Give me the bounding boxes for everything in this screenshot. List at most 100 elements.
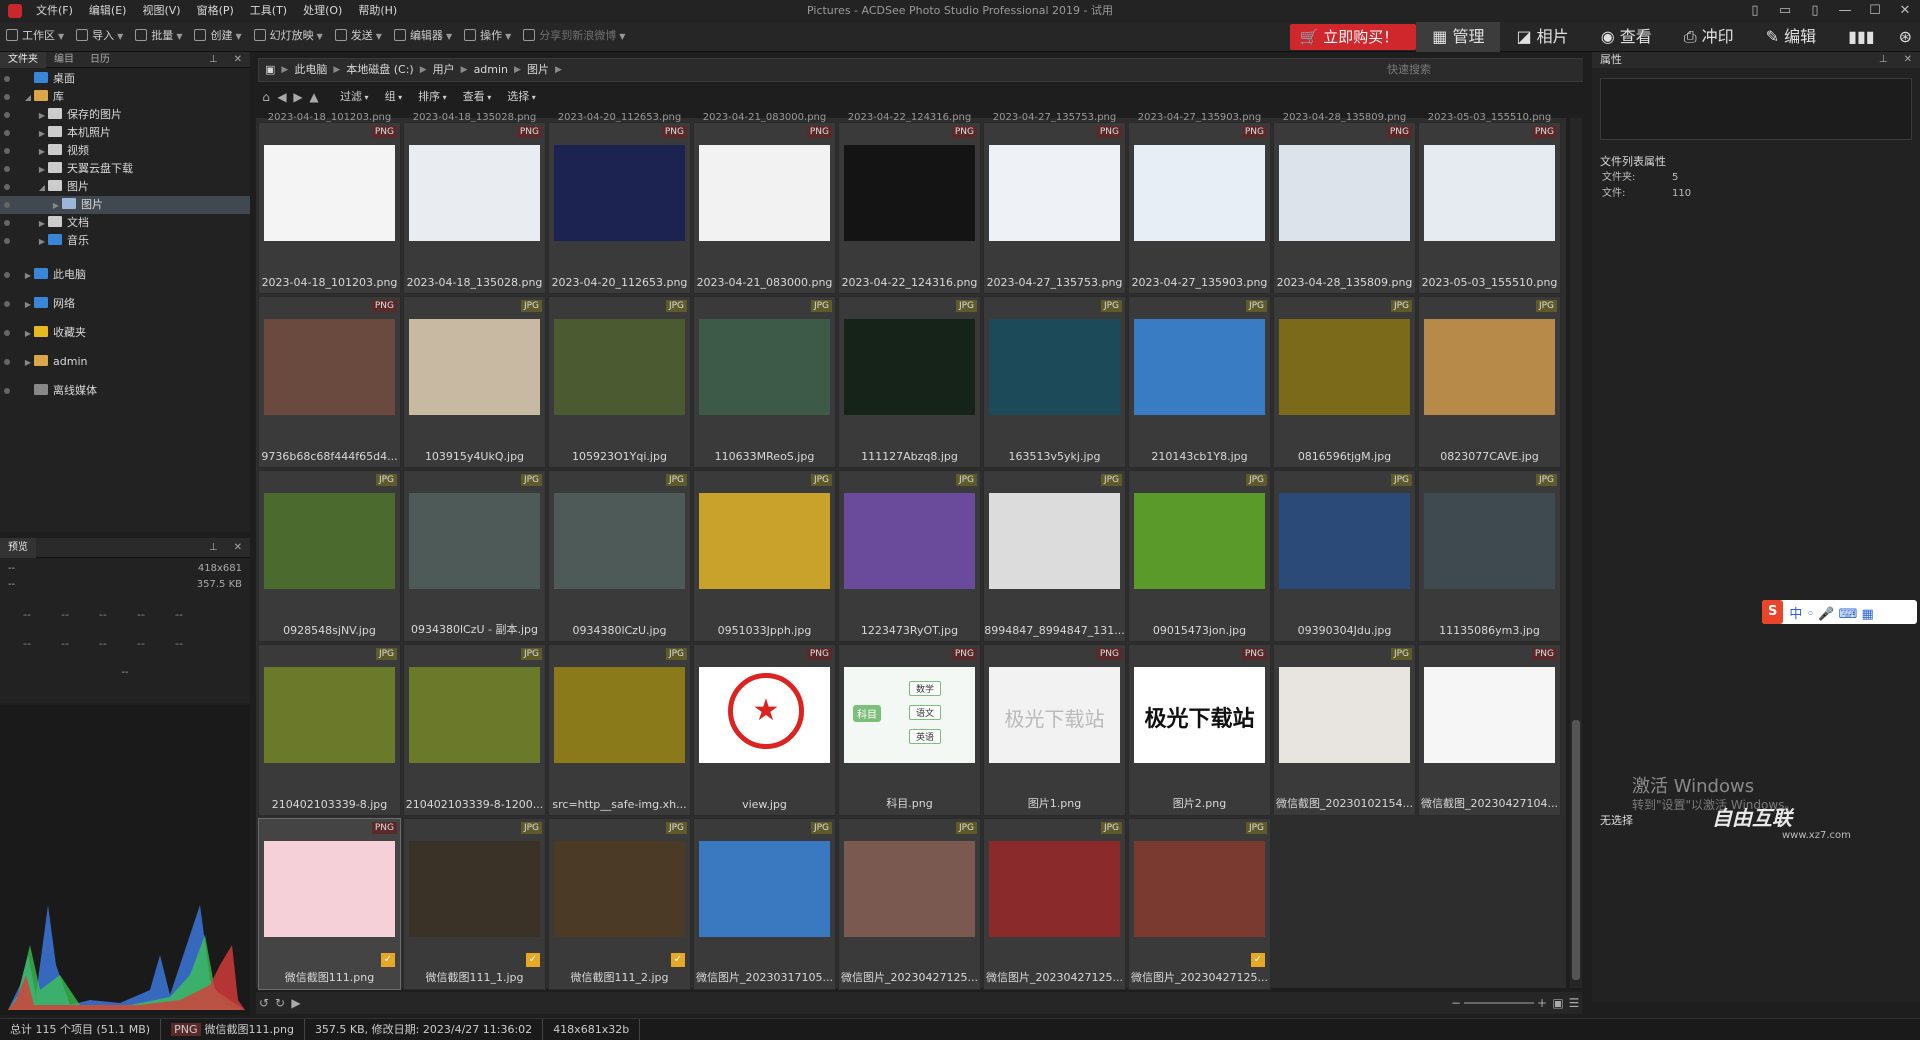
tree-root-item[interactable]: ▶ 此电脑 — [0, 260, 250, 289]
tree-root-item[interactable]: ▶ 收藏夹 — [0, 318, 250, 347]
breadcrumb-item[interactable]: admin — [468, 59, 514, 81]
thumbnail[interactable]: PNG 微信截图111.png ✓ — [258, 818, 401, 990]
checkbox-checked-icon[interactable]: ✓ — [381, 953, 395, 967]
menu-item[interactable]: 视图(V) — [134, 0, 188, 22]
tree-item[interactable]: ▶ 视频 — [0, 142, 250, 160]
thumbnail[interactable]: PNG 2023-04-27_135903.png — [1128, 122, 1271, 294]
home-icon[interactable]: ⌂ — [258, 86, 274, 108]
up-icon[interactable]: ▲ — [306, 86, 322, 108]
menu-item[interactable]: 帮助(H) — [350, 0, 405, 22]
quick-search-input[interactable]: 快速搜索 — [1383, 59, 1583, 81]
thumbnail[interactable]: JPG 微信图片_20230427125... ✓ — [1128, 818, 1271, 990]
menu-item[interactable]: 处理(O) — [295, 0, 350, 22]
mode-tab[interactable]: ◪ 相片 — [1500, 22, 1584, 52]
toolbar-button[interactable]: 编辑器 ▼ — [388, 21, 458, 52]
tree-item[interactable]: 桌面 — [0, 70, 250, 88]
close-button[interactable]: ✕ — [1890, 0, 1920, 22]
tab-catalog[interactable]: 编目 — [46, 52, 82, 68]
mode-tab[interactable]: ▦ 管理 — [1416, 21, 1501, 52]
tab-folders[interactable]: 文件夹 — [0, 51, 46, 68]
rotate-left-icon[interactable]: ↺ — [256, 992, 272, 1014]
tree-item[interactable]: ▶ 音乐 — [0, 232, 250, 250]
thumbnail[interactable]: JPG 微信图片_20230427125... — [838, 818, 981, 990]
thumbnail[interactable]: PNG 2023-04-18_101203.png — [258, 122, 401, 294]
thumbnail[interactable]: PNG 科目.png 科目 数学 语文 英语 — [838, 644, 981, 816]
toolbar-button[interactable]: 操作 ▼ — [458, 21, 517, 52]
thumbnail[interactable]: JPG 09390304Jdu.jpg — [1273, 470, 1416, 642]
thumbnail[interactable]: PNG 2023-04-21_083000.png — [693, 122, 836, 294]
mode-tab[interactable]: ⎙ 冲印 — [1668, 22, 1750, 52]
layout-icon-3[interactable]: ▯ — [1800, 0, 1830, 22]
toolbar-button[interactable]: 工作区 ▼ — [0, 21, 70, 52]
expand-toggle-icon[interactable]: ▶ — [50, 197, 62, 215]
filter-menu[interactable]: 排序 ▾ — [410, 86, 455, 109]
rotate-right-icon[interactable]: ↻ — [272, 992, 288, 1014]
thumbnail[interactable]: PNG 2023-04-20_112653.png — [548, 122, 691, 294]
thumbnail[interactable]: JPG 111127Abzq8.jpg — [838, 296, 981, 468]
mode-tab[interactable]: ✎ 编辑 — [1750, 22, 1833, 52]
thumbnail[interactable]: JPG 09015473jon.jpg — [1128, 470, 1271, 642]
breadcrumb-item[interactable]: 本地磁盘 (C:) — [340, 59, 419, 81]
dashboard-icon[interactable]: ▮▮▮ — [1832, 22, 1890, 52]
acdsee-app-icon[interactable] — [8, 4, 22, 18]
thumbnail[interactable]: JPG 微信截图_20230102154... — [1273, 644, 1416, 816]
thumbnail[interactable]: JPG 210402103339-8.jpg — [258, 644, 401, 816]
expand-toggle-icon[interactable]: ▶ — [36, 107, 48, 125]
tree-item[interactable]: ▶ 本机照片 — [0, 124, 250, 142]
pin-icon[interactable]: ⊥ — [1871, 52, 1896, 68]
expand-toggle-icon[interactable]: ▶ — [36, 125, 48, 143]
thumbnail[interactable]: PNG 2023-05-03_155510.png — [1418, 122, 1561, 294]
slideshow-icon[interactable]: ▶ — [288, 992, 304, 1014]
filter-menu[interactable]: 查看 ▾ — [455, 86, 500, 109]
expand-toggle-icon[interactable]: ▶ — [36, 233, 48, 251]
toolbar-button[interactable]: 发送 ▼ — [329, 21, 388, 52]
view-mode-icon[interactable]: ▣ — [1550, 992, 1566, 1014]
thumbnail[interactable]: PNG 图片2.png 极光下载站 — [1128, 644, 1271, 816]
maximize-button[interactable]: ☐ — [1860, 0, 1890, 22]
thumbnail[interactable]: JPG 210143cb1Y8.jpg — [1128, 296, 1271, 468]
filter-menu[interactable]: 组 ▾ — [377, 86, 411, 109]
thumbnail[interactable]: PNG 2023-04-18_135028.png — [403, 122, 546, 294]
expand-toggle-icon[interactable]: ▶ — [36, 215, 48, 233]
close-panel-icon[interactable]: ✕ — [1896, 52, 1920, 68]
layout-icon-2[interactable]: ▭ — [1770, 0, 1800, 22]
tree-item[interactable]: ▶ 文档 — [0, 214, 250, 232]
thumbnail[interactable]: JPG 0823077CAVE.jpg — [1418, 296, 1561, 468]
checkbox-checked-icon[interactable]: ✓ — [526, 953, 540, 967]
mode-tab[interactable]: ◉ 查看 — [1585, 22, 1668, 52]
tree-item[interactable]: ◢ 库 — [0, 88, 250, 106]
expand-toggle-icon[interactable]: ▶ — [36, 143, 48, 161]
thumbnail[interactable]: JPG 1223473RyOT.jpg — [838, 470, 981, 642]
pin-icon[interactable]: ⊥ — [201, 540, 226, 556]
zoom-out-icon[interactable]: − — [1448, 992, 1464, 1014]
toolbar-button[interactable]: 幻灯放映 ▼ — [248, 21, 329, 52]
minimize-button[interactable]: — — [1830, 0, 1860, 22]
tree-item[interactable]: ▶ 图片 — [0, 196, 250, 214]
expand-toggle-icon[interactable]: ◢ — [22, 89, 34, 107]
back-icon[interactable]: ◀ — [274, 86, 290, 108]
layout-icon[interactable]: ▯ — [1740, 0, 1770, 22]
computer-icon[interactable]: ▣ — [259, 59, 281, 81]
breadcrumb-item[interactable]: 此电脑 — [288, 59, 333, 81]
thumbnail[interactable]: JPG 微信图片_20230427125... — [983, 818, 1126, 990]
breadcrumb-separator-icon[interactable]: ▶ — [555, 65, 562, 75]
toolbar-button[interactable]: 创建 ▼ — [188, 21, 247, 52]
thumbnail[interactable]: JPG 0934380lCzU - 副本.jpg — [403, 470, 546, 642]
thumbnail[interactable]: JPG 微信截图111_1.jpg ✓ — [403, 818, 546, 990]
thumbnail[interactable]: PNG 9736b68c68f444f65d4... — [258, 296, 401, 468]
breadcrumb-item[interactable]: 用户 — [427, 59, 461, 81]
thumbnail[interactable]: JPG 0934380lCzU.jpg — [548, 470, 691, 642]
buy-now-button[interactable]: 🛒 立即购买！ — [1289, 23, 1417, 50]
thumbnail[interactable]: PNG 2023-04-27_135753.png — [983, 122, 1126, 294]
expand-toggle-icon[interactable]: ▶ — [22, 319, 34, 348]
expand-toggle-icon[interactable]: ▶ — [22, 261, 34, 290]
thumbnail[interactable]: JPG 110633MReoS.jpg — [693, 296, 836, 468]
tree-root-item[interactable]: 离线媒体 — [0, 376, 250, 405]
thumbnail[interactable]: JPG src=http__safe-img.xh... — [548, 644, 691, 816]
chinese-mode-icon[interactable]: 中 ◦ 🎤 ⌨ ▦ — [1783, 603, 1879, 622]
menu-item[interactable]: 工具(T) — [242, 0, 295, 22]
details-view-icon[interactable]: ☰ — [1566, 992, 1582, 1014]
expand-toggle-icon[interactable]: ▶ — [22, 348, 34, 377]
checkbox-checked-icon[interactable]: ✓ — [1251, 953, 1265, 967]
forward-icon[interactable]: ▶ — [290, 86, 306, 108]
